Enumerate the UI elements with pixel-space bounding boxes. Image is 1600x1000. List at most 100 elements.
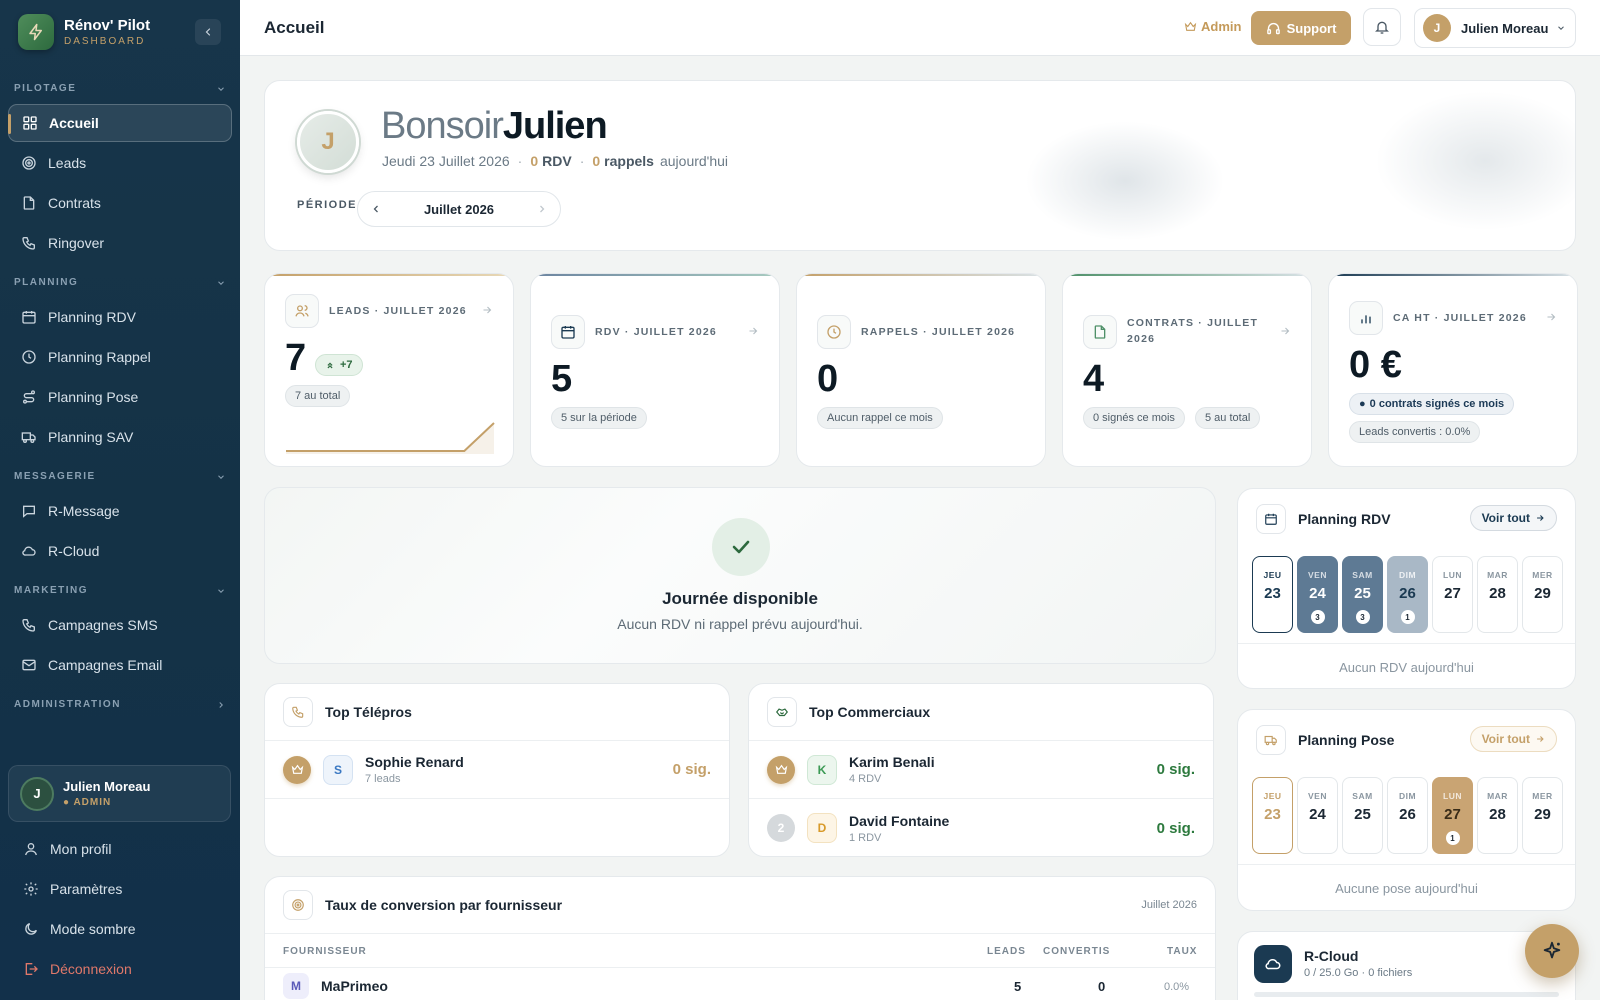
hero-decoration [1375,91,1575,231]
nav-section-pilotage[interactable]: PILOTAGE [14,83,226,94]
route-icon [21,389,37,405]
card-title: Planning Pose [1298,731,1395,748]
day-cell[interactable]: SAM 25 [1342,777,1383,854]
sidebar-item-campagnes-sms[interactable]: Campagnes SMS [8,606,232,644]
stat-accent [1329,274,1577,276]
day-cell[interactable]: MAR 28 [1477,777,1518,854]
stat-pill: 0 signés ce mois [1083,407,1185,429]
stat-card-rappels[interactable]: RAPPELS · JUILLET 2026 0 Aucun rappel ce… [796,273,1046,467]
person-meta: 7 leads [365,773,401,785]
nav-section-marketing[interactable]: MARKETING [14,585,226,596]
day-cell[interactable]: DIM 26 [1387,777,1428,854]
r-cloud-usage: 0 / 25.0 Go · 0 fichiers [1304,967,1413,979]
user-menu[interactable]: J Julien Moreau [1414,8,1576,48]
sidebar-item-deconnexion[interactable]: Déconnexion [10,951,230,987]
admin-badge[interactable]: Admin [1184,19,1241,34]
day-weekday: DIM [1398,570,1417,580]
sidebar-item-label: Contrats [48,195,101,211]
sidebar-item-mon-profil[interactable]: Mon profil [10,831,230,867]
arrow-right-icon [749,327,758,335]
brand-subtitle: DASHBOARD [64,36,146,47]
day-event-count: 1 [1445,831,1460,845]
phone-icon [21,235,37,251]
stat-card-contrats[interactable]: CONTRATS · JUILLET 2026 4 0 signés ce mo… [1062,273,1312,467]
day-cell[interactable]: SAM 25 3 [1342,556,1383,633]
list-item[interactable]: K Karim Benali 4 RDV 0 sig. [749,741,1213,799]
sidebar-item-r-message[interactable]: R-Message [8,492,232,530]
nav-section-planning[interactable]: PLANNING [14,277,226,288]
stat-value: 0 € [1349,344,1402,386]
day-cell[interactable]: LUN 27 1 [1432,777,1473,854]
card-header: Taux de conversion par fournisseur [265,877,1215,934]
stat-card-rdv[interactable]: RDV · JUILLET 2026 5 5 sur la période [530,273,780,467]
person-name: Karim Benali [849,754,935,770]
notifications-button[interactable] [1363,8,1401,46]
day-number: 26 [1399,806,1416,823]
voir-tout-pose-button[interactable]: Voir tout [1469,726,1557,752]
collapse-sidebar-button[interactable] [195,19,221,45]
support-button[interactable]: Support [1251,11,1351,45]
conversion-card: Taux de conversion par fournisseur Juill… [264,876,1216,1000]
stat-accent [531,274,779,276]
sidebar-item-contrats[interactable]: Contrats [8,184,232,222]
sidebar-user-card[interactable]: J Julien Moreau ● ADMIN [8,765,231,822]
converted-cell: 0 [1098,979,1106,994]
day-number: 23 [1264,585,1281,602]
r-cloud-card[interactable]: R-Cloud 0 / 25.0 Go · 0 fichiers [1237,931,1576,1000]
voir-tout-rdv-button[interactable]: Voir tout [1469,505,1557,531]
current-date: Jeudi 23 Juillet 2026 [382,153,510,169]
ai-assistant-button[interactable] [1525,924,1579,978]
day-cell[interactable]: DIM 26 1 [1387,556,1428,633]
rank-badge: 2 [767,814,795,842]
bell-icon [1375,21,1389,34]
message-icon [21,503,37,519]
avatar: J [20,776,54,811]
list-item[interactable]: 2 D David Fontaine 1 RDV 0 sig. [749,799,1213,856]
welcome-card: J BonsoirJulien Jeudi 23 Juillet 2026 · … [264,80,1576,251]
stat-card-ca-ht[interactable]: CA HT · JUILLET 2026 0 € ● 0 contrats si… [1328,273,1578,467]
support-label: Support [1286,20,1337,36]
moon-icon [23,921,39,937]
next-period-button[interactable] [536,203,548,215]
day-cell[interactable]: VEN 24 [1297,777,1338,854]
sidebar-item-campagnes-email[interactable]: Campagnes Email [8,646,232,684]
day-cell[interactable]: JEU 23 [1252,777,1293,854]
day-cell[interactable]: JEU 23 [1252,556,1293,633]
stat-card-leads[interactable]: LEADS · JUILLET 2026 7 +7 7 au total [264,273,514,467]
sidebar-item-r-cloud[interactable]: R-Cloud [8,532,232,570]
sidebar-item-accueil[interactable]: Accueil [8,104,232,142]
table-row[interactable]: M MaPrimeo 5 0 0.0% [265,969,1215,1000]
sidebar-item-planning-pose[interactable]: Planning Pose [8,378,232,416]
day-cell[interactable]: VEN 24 3 [1297,556,1338,633]
day-cell[interactable]: MER 29 [1522,777,1563,854]
nav-section-messagerie[interactable]: MESSAGERIE [14,471,226,482]
column-header[interactable]: TAUX [1167,946,1197,957]
sidebar-item-planning-sav[interactable]: Planning SAV [8,418,232,456]
nav-section-administration[interactable]: ADMINISTRATION [14,699,226,710]
prev-period-button[interactable] [370,203,382,215]
user-role-badge: ● ADMIN [63,797,112,808]
top-telepros-card: Top Télépros S Sophie Renard 7 leads 0 s… [264,683,730,857]
list-item[interactable]: S Sophie Renard 7 leads 0 sig. [265,741,729,799]
sidebar-item-label: Accueil [49,115,99,131]
column-header[interactable]: LEADS [987,946,1026,957]
stat-pill: ● 0 contrats signés ce mois [1349,393,1515,415]
stat-accent [1063,274,1311,276]
sidebar-item-label: Planning Rappel [48,349,151,365]
brand[interactable]: Rénov' Pilot DASHBOARD [18,14,150,50]
sidebar-item-planning-rappel[interactable]: Planning Rappel [8,338,232,376]
sidebar-item-parametres[interactable]: Paramètres [10,871,230,907]
day-weekday: VEN [1308,570,1327,580]
sidebar-item-planning-rdv[interactable]: Planning RDV [8,298,232,336]
sidebar-item-leads[interactable]: Leads [8,144,232,182]
day-cell[interactable]: LUN 27 [1432,556,1473,633]
sidebar-item-label: R-Cloud [48,543,100,559]
sidebar-item-label: Mon profil [50,841,112,857]
column-header[interactable]: FOURNISSEUR [283,946,367,957]
table-header: FOURNISSEUR LEADS CONVERTIS TAUX [265,934,1215,968]
day-cell[interactable]: MER 29 [1522,556,1563,633]
sidebar-item-ringover[interactable]: Ringover [8,224,232,262]
sidebar-item-mode-sombre[interactable]: Mode sombre [10,911,230,947]
day-cell[interactable]: MAR 28 [1477,556,1518,633]
column-header[interactable]: CONVERTIS [1043,946,1110,957]
